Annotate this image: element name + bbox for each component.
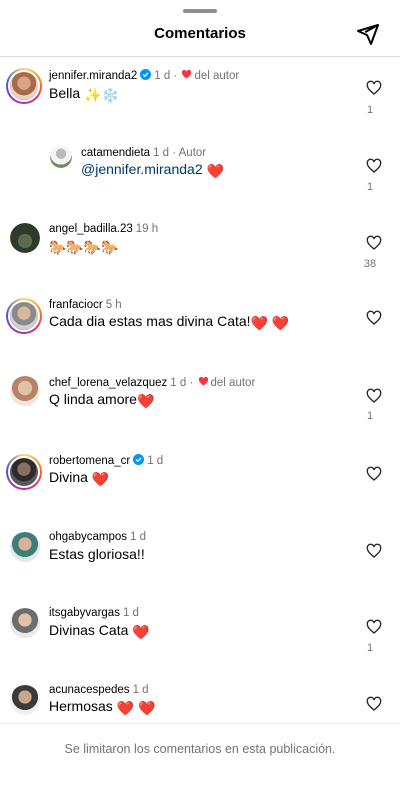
comment-text: Q linda amore❤️: [49, 391, 155, 409]
comment-text: Cada dia estas mas divina Cata!❤️ ❤️: [49, 313, 290, 331]
like-count: 1: [366, 410, 374, 422]
like-count: 38: [363, 258, 377, 270]
emoji: ❤️: [132, 624, 150, 640]
username[interactable]: robertomena_cr: [49, 455, 130, 467]
like-count: 1: [366, 181, 374, 193]
liked-by-author-label: del autor: [210, 377, 256, 389]
avatar[interactable]: [10, 223, 40, 253]
comment-meta: acunacespedes 1 d: [49, 683, 149, 697]
timestamp: 1 d: [122, 607, 139, 619]
comment-meta: franfaciocr 5 h: [49, 298, 122, 312]
timestamp: 1 d: [154, 70, 171, 82]
comment-text: Estas gloriosa!!: [49, 546, 145, 562]
avatar[interactable]: [10, 532, 40, 562]
comment-meta: angel_badilla.23 19 h: [49, 222, 158, 236]
comment-meta: jennifer.miranda2 1 d · del autor: [49, 69, 240, 82]
liked-by-author-label: del autor: [194, 70, 240, 82]
like-heart-icon[interactable]: [366, 696, 382, 712]
author-liked-heart-icon: [198, 376, 208, 386]
mention-link[interactable]: @jennifer.miranda2: [81, 161, 203, 177]
avatar[interactable]: [10, 608, 40, 638]
verified-badge-icon: [140, 69, 152, 80]
username[interactable]: franfaciocr: [49, 299, 103, 311]
like-count: 1: [366, 104, 374, 116]
username[interactable]: chef_lorena_velazquez: [49, 377, 167, 389]
like-heart-icon[interactable]: [366, 543, 382, 559]
like-count: 1: [366, 642, 374, 654]
avatar[interactable]: [10, 685, 40, 715]
avatar[interactable]: [50, 146, 72, 168]
like-heart-icon[interactable]: [366, 235, 382, 251]
comment-text: Bella ✨❄️: [49, 85, 119, 103]
like-heart-icon[interactable]: [366, 158, 382, 174]
emoji: 🐎🐎🐎🐎: [49, 239, 119, 255]
like-heart-icon[interactable]: [366, 80, 382, 96]
timestamp: 1 d: [153, 147, 170, 159]
like-heart-icon[interactable]: [366, 466, 382, 482]
avatar[interactable]: [10, 376, 40, 406]
comment-meta: itsgabyvargas 1 d: [49, 606, 139, 620]
emoji: ✨❄️: [84, 87, 119, 103]
username[interactable]: catamendieta: [81, 147, 150, 159]
timestamp: 5 h: [105, 299, 122, 311]
comment-text: @jennifer.miranda2 ❤️: [81, 160, 224, 180]
username[interactable]: angel_badilla.23: [49, 223, 133, 235]
like-heart-icon[interactable]: [366, 619, 382, 635]
timestamp: 1 d: [130, 531, 146, 543]
emoji: ❤️: [206, 163, 224, 179]
comment-meta: robertomena_cr 1 d: [49, 454, 163, 468]
comment-text: Divina ❤️: [49, 469, 110, 487]
page-title: Comentarios: [154, 25, 246, 42]
comment-meta: catamendieta 1 d · Autor: [81, 147, 207, 159]
author-liked-heart-icon: [182, 69, 192, 79]
like-heart-icon[interactable]: [366, 388, 382, 404]
comment-meta: ohgabycampos 1 d: [49, 530, 146, 544]
timestamp: 1 d: [147, 455, 164, 467]
avatar[interactable]: [6, 454, 42, 490]
username[interactable]: jennifer.miranda2: [49, 70, 137, 82]
emoji: ❤️ ❤️: [116, 700, 156, 716]
avatar[interactable]: [6, 298, 42, 334]
footer-divider: [0, 723, 400, 724]
emoji: ❤️ ❤️: [250, 315, 290, 331]
comment-text: Hermosas ❤️ ❤️: [49, 698, 156, 716]
header-divider: [0, 56, 400, 57]
comment-text: 🐎🐎🐎🐎: [49, 236, 119, 256]
header: Comentarios: [0, 0, 400, 56]
comments-limited-notice: Se limitaron los comentarios en esta pub…: [64, 742, 336, 756]
timestamp: 1 d: [132, 684, 149, 696]
username[interactable]: acunacespedes: [49, 684, 130, 696]
author-tag: Autor: [178, 147, 207, 159]
paper-plane-icon[interactable]: [356, 22, 380, 46]
avatar[interactable]: [6, 68, 42, 104]
timestamp: 1 d: [170, 377, 187, 389]
emoji: ❤️: [136, 393, 155, 409]
comment-meta: chef_lorena_velazquez 1 d · del autor: [49, 376, 256, 389]
verified-badge-icon: [133, 454, 145, 465]
username[interactable]: itsgabyvargas: [49, 607, 120, 619]
like-heart-icon[interactable]: [366, 310, 382, 326]
username[interactable]: ohgabycampos: [49, 531, 127, 543]
timestamp: 19 h: [135, 223, 159, 235]
comment-text: Divinas Cata ❤️: [49, 622, 150, 640]
emoji: ❤️: [91, 471, 110, 487]
comments-sheet: Comentarios jennifer.miranda2 1 d · del a…: [0, 0, 400, 788]
